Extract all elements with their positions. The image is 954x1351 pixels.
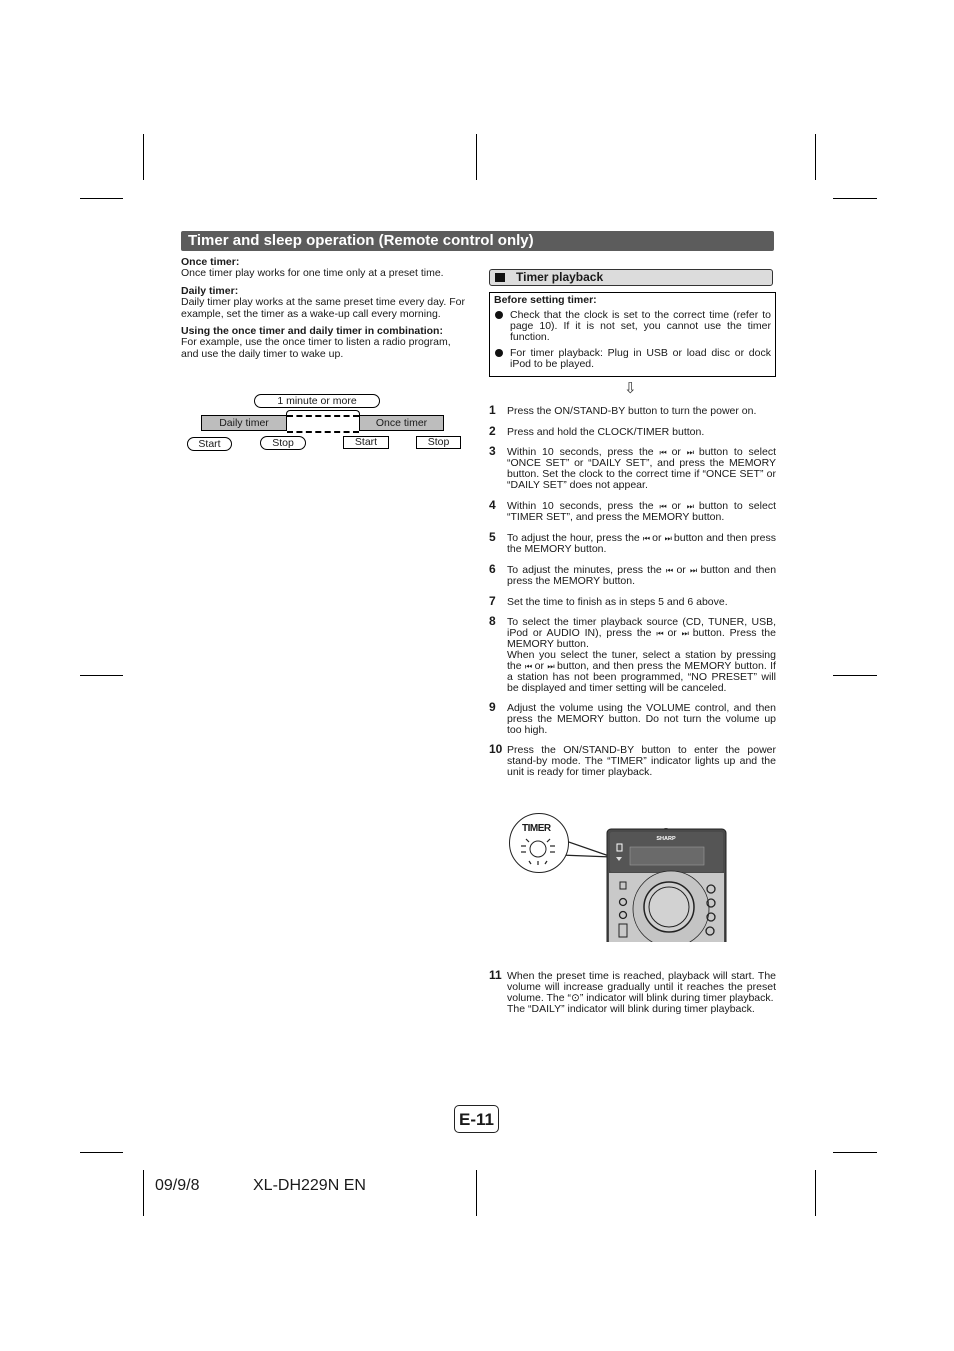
step-item: 8 To select the timer playback source (CD… [489,614,776,694]
step-item: 11 When the preset time is reached, play… [489,968,776,1015]
timer-combination-diagram: 1 minute or more Daily timer Once timer … [186,394,466,454]
callout-label: TIMER [522,823,551,834]
timer-types-description: Once timer: Once timer play works for on… [181,256,469,366]
footer-date: 09/9/8 [155,1177,200,1194]
step-item: 2 Press and hold the CLOCK/TIMER button. [489,424,705,438]
crop-mark [815,134,816,180]
skip-forward-icon: ⏭ [690,566,697,575]
timer-indicator-callout: TIMER [509,813,569,873]
steps-list-continued: 11 When the preset time is reached, play… [489,968,776,1025]
footer-model: XL-DH229N EN [253,1177,366,1194]
timer-light-icon [521,838,555,865]
skip-back-icon: ⏮ [656,629,663,638]
before-setting-heading: Before setting timer: [494,294,597,306]
once-stop-label: Stop [416,436,461,449]
skip-back-icon: ⏮ [666,566,673,575]
skip-forward-icon: ⏭ [547,662,554,671]
arrow-down-icon: ⇩ [624,380,637,397]
crop-mark [833,1152,877,1153]
step-item: 9 Adjust the volume using the VOLUME cont… [489,700,776,736]
crop-mark [80,675,123,676]
skip-back-icon: ⏮ [642,534,650,543]
skip-forward-icon: ⏭ [686,448,694,457]
once-timer-bar: Once timer [359,415,444,431]
daily-timer-text: Daily timer play works at the same prese… [181,296,465,320]
gap-dashed-bottom [287,431,359,433]
timer-playback-title: Timer playback [516,270,604,284]
page-number: E-11 [454,1105,499,1133]
skip-forward-icon: ⏭ [681,629,689,638]
before-setting-box: Before setting timer: Check that the clo… [489,292,776,377]
daily-timer-bar: Daily timer [201,415,287,431]
steps-list: 1 Press the ON/STAND-BY button to turn th… [489,403,777,788]
gap-outline [286,410,360,416]
skip-forward-icon: ⏭ [686,502,694,511]
crop-mark [476,1170,477,1216]
skip-back-icon: ⏮ [659,502,667,511]
step-item: 5 To adjust the hour, press the ⏮ or ⏭ bu… [489,530,776,555]
crop-mark [80,1152,123,1153]
skip-back-icon: ⏮ [659,448,667,457]
crop-mark [143,134,144,180]
daily-start-label: Start [187,437,232,451]
crop-mark [476,134,477,180]
crop-mark [833,675,877,676]
bullet-dot-icon [495,349,503,357]
step-item: 3 Within 10 seconds, press the ⏮ or ⏭ but… [489,444,776,491]
bullet-dot-icon [495,311,503,319]
once-timer-text: Once timer play works for one time only … [181,267,444,280]
gap-label: 1 minute or more [254,394,380,408]
crop-mark [80,198,123,199]
once-start-label: Start [343,436,389,449]
skip-back-icon: ⏮ [525,662,532,671]
crop-mark [815,1170,816,1216]
section-title: Timer and sleep operation (Remote contro… [181,231,774,251]
brand-label: SHARP [656,836,676,842]
skip-forward-icon: ⏭ [664,534,672,543]
stereo-unit-illustration: SHARP [606,827,727,942]
bullet-item: For timer playback: Plug in USB or load … [494,348,771,370]
bullet-item: Check that the clock is set to the corre… [494,310,771,343]
step-item: 6 To adjust the minutes, press the ⏮ or ⏭… [489,562,777,587]
crop-mark [833,198,877,199]
daily-stop-label: Stop [260,436,306,450]
square-bullet-icon [495,273,505,282]
step-item: 10 Press the ON/STAND-BY button to enter … [489,742,776,778]
step-item: 4 Within 10 seconds, press the ⏮ or ⏭ but… [489,498,776,523]
timer-playback-heading: Timer playback [489,269,773,286]
crop-mark [143,1170,144,1216]
step-item: 1 Press the ON/STAND-BY button to turn th… [489,403,757,417]
step-item: 7 Set the time to finish as in steps 5 an… [489,594,728,608]
combination-text: For example, use the once timer to liste… [181,336,451,360]
